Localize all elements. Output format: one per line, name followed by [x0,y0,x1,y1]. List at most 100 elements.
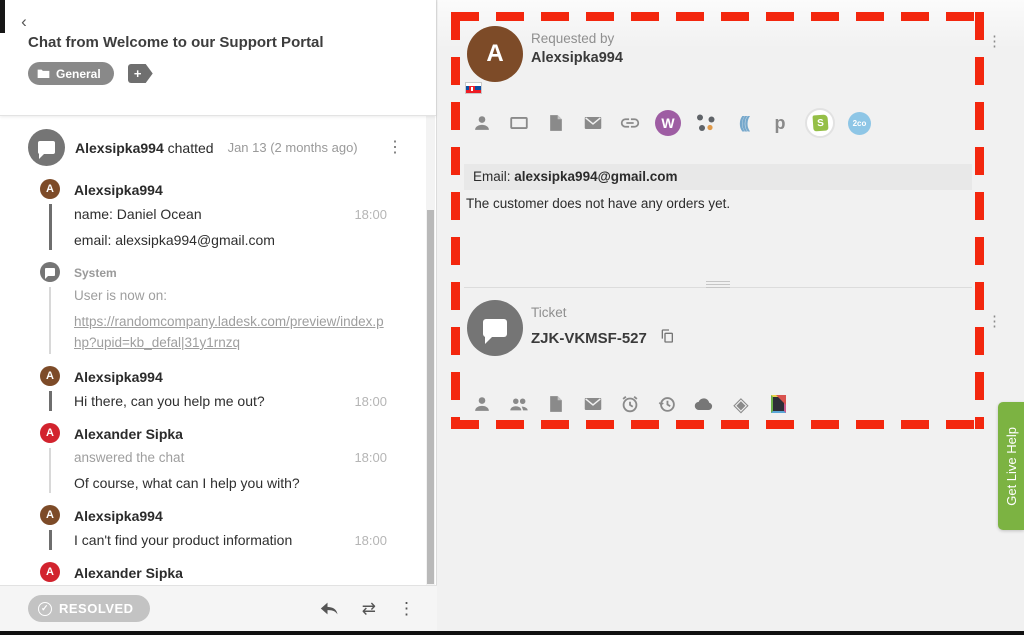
chat-header: ‹ Chat from Welcome to our Support Porta… [0,0,436,116]
diamond-icon[interactable]: ◈ [729,392,753,416]
message-text: name: Daniel Ocean [74,205,202,224]
twocheckout-icon[interactable]: 2co [848,112,871,135]
card-icon[interactable] [507,111,531,135]
message-text: User is now on: [74,287,167,305]
file-icon[interactable] [544,111,568,135]
message-time: 18:00 [354,449,387,467]
email-value: alexsipka994@gmail.com [514,169,677,184]
customer-name: Alexsipka994 [531,50,623,66]
ticket-avatar [467,300,523,356]
resize-handle[interactable] [706,281,730,288]
person-icon[interactable] [470,111,494,135]
thread-date: Jan 13 (2 months ago) [228,140,358,155]
message-author: Alexander Sipka [74,423,387,442]
message-text: I can't find your product information [74,531,292,550]
chat-message: A Alexsipka994 Hi there, can you help me… [0,359,427,416]
mail-icon[interactable] [581,392,605,416]
customer-avatar: A [40,179,60,199]
chat-message: A Alexsipka994 name: Daniel Ocean 18:00 e… [0,172,427,255]
agent-avatar: A [40,562,60,582]
transfer-icon[interactable]: ⇄ [362,599,376,619]
alarm-icon[interactable] [618,392,642,416]
pipedrive-icon[interactable]: p [768,111,792,135]
window-bottom-edge [0,631,1024,635]
scrollbar-thumb[interactable] [427,210,434,584]
chat-scrollbar[interactable] [426,116,435,585]
message-connector [49,530,52,550]
get-live-help-button[interactable]: Get Live Help [998,402,1024,530]
dots-icon[interactable] [694,111,718,135]
folder-icon [37,68,50,79]
ticket-card-menu-button[interactable]: ⋮ [983,310,1006,332]
message-time: 18:00 [354,206,387,224]
requested-by-label: Requested by [531,31,614,46]
copy-icon[interactable] [659,327,675,350]
message-connector [49,391,52,411]
app-window: ‹ Chat from Welcome to our Support Porta… [0,0,1024,635]
message-connector [49,204,52,250]
orders-note: The customer does not have any orders ye… [466,196,730,211]
annotation-border-bottom [451,420,984,429]
annotation-border-right [975,12,984,429]
link-icon[interactable] [618,111,642,135]
window-edge [0,0,5,33]
add-tag-button[interactable]: + [128,64,153,83]
customer-avatar: A [40,366,60,386]
visited-page-link[interactable]: https://randomcompany.ladesk.com/preview… [74,312,384,354]
annotation-border-left [451,12,460,429]
system-message: System User is now on: https://randomcom… [0,255,427,359]
chat-message: A Alexander Sipka answered the chat 18:00… [0,416,427,498]
parentheses-icon[interactable]: ((( [731,111,755,135]
message-text: Hi there, can you help me out? [74,392,265,411]
details-panel: ⋮ ⋮ A Requested by Alexsipka994 W ((( p … [438,0,1024,631]
wordpress-icon[interactable]: W [655,110,681,136]
history-icon[interactable] [655,392,679,416]
message-author: Alexander Sipka [74,562,387,581]
message-connector [49,448,51,493]
chat-thread: Alexsipka994 chatted Jan 13 (2 months ag… [0,116,427,585]
page-title: Chat from Welcome to our Support Portal [28,34,324,51]
cloud-icon[interactable] [692,392,716,416]
customer-avatar-large: A [467,26,523,82]
message-meta: answered the chat [74,449,184,467]
file-icon[interactable] [544,392,568,416]
customer-card-menu-button[interactable]: ⋮ [983,30,1006,52]
mail-icon[interactable] [581,111,605,135]
chat-panel: ‹ Chat from Welcome to our Support Porta… [0,0,437,631]
chat-message: A Alexander Sipka [0,555,427,585]
reply-icon[interactable] [320,600,340,617]
check-icon: ✓ [38,602,52,616]
chat-message: A Alexsipka994 I can't find your product… [0,498,427,555]
person-icon[interactable] [470,392,494,416]
back-button[interactable]: ‹ [14,12,34,32]
status-label: RESOLVED [59,601,134,616]
message-author: Alexsipka994 [74,505,387,524]
system-avatar [40,262,60,282]
people-icon[interactable] [507,392,531,416]
email-label: Email: [473,169,514,184]
chat-bubble-icon [483,319,507,337]
ticket-label: Ticket [531,305,567,320]
more-actions-icon[interactable]: ⋮ [398,599,415,619]
shopify-icon[interactable]: S [805,108,835,138]
slovakia-flag-icon [465,82,482,94]
message-author: System [74,262,387,280]
ticket-code: ZJK-VKMSF-527 [531,330,647,347]
department-tag[interactable]: General [28,62,114,85]
message-time: 18:00 [354,393,387,411]
customer-email-field[interactable]: Email: alexsipka994@gmail.com [464,164,972,190]
resolved-status-button[interactable]: ✓ RESOLVED [28,595,150,622]
color-file-icon[interactable] [766,392,790,416]
thread-header: Alexsipka994 chatted Jan 13 (2 months ag… [0,116,427,172]
agent-avatar: A [40,423,60,443]
annotation-border-top [451,12,984,21]
message-author: Alexsipka994 [74,366,387,385]
thread-title: Alexsipka994 chatted [75,140,214,156]
thread-menu-button[interactable]: ⋮ [381,138,409,158]
message-author: Alexsipka994 [74,179,387,198]
customer-integration-row: W ((( p S 2co [470,108,871,138]
message-connector [49,287,51,354]
tag-row: General + [28,62,153,85]
message-text: email: alexsipka994@gmail.com [74,231,275,250]
chat-action-bar: ✓ RESOLVED ⇄ ⋮ [0,585,437,631]
